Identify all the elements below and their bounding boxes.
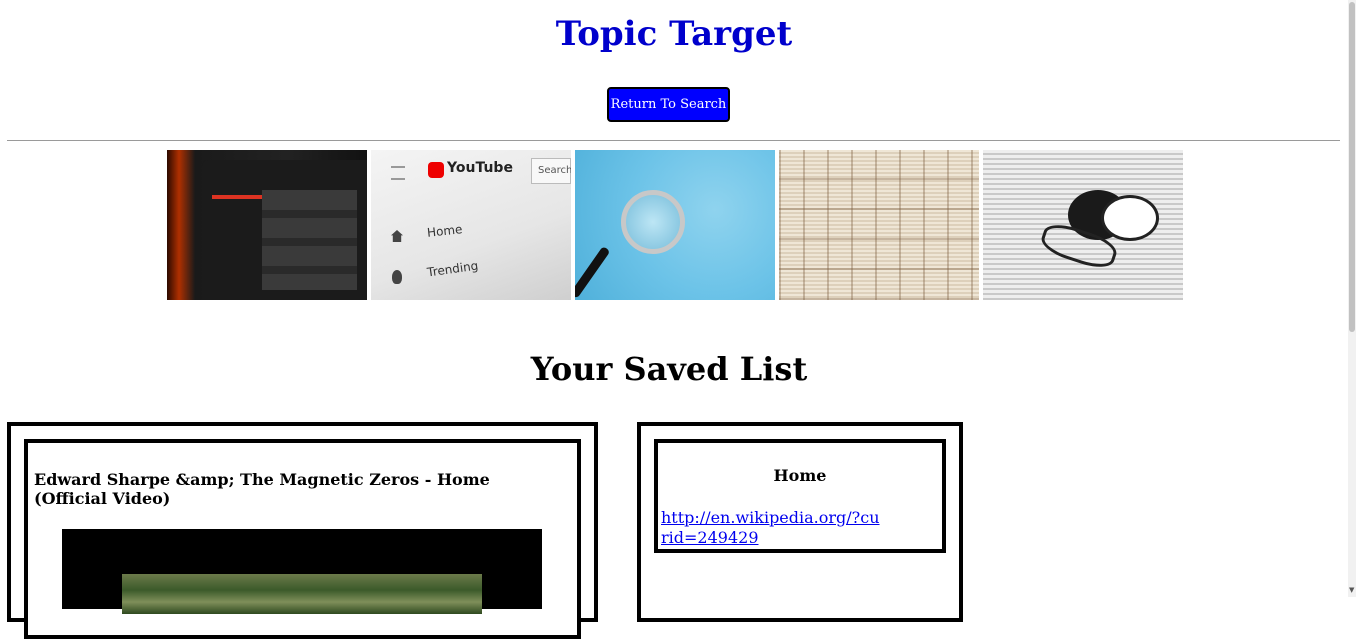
video-thumbnail <box>122 574 482 614</box>
youtube-on-monitor-photo <box>167 150 367 300</box>
book-pages-photo <box>779 150 979 300</box>
image-banner: YouTube Search Home Trending <box>167 150 1183 300</box>
divider <box>7 140 1340 141</box>
scrollbar[interactable]: ▼ <box>1348 0 1356 597</box>
saved-list-heading: Your Saved List <box>530 350 808 388</box>
youtube-logo-text: YouTube <box>447 160 513 176</box>
page-title: Topic Target <box>555 14 793 54</box>
search-box-text: Search <box>531 158 571 184</box>
return-to-search-button[interactable]: Return To Search <box>607 87 730 122</box>
saved-item-title: Edward Sharpe &amp; The Magnetic Zeros -… <box>34 470 490 508</box>
home-icon <box>391 230 403 242</box>
trending-icon <box>392 270 402 284</box>
scrollbar-thumb[interactable] <box>1349 2 1355 332</box>
youtube-homepage-photo: YouTube Search Home Trending <box>371 150 571 300</box>
menu-icon <box>391 166 405 180</box>
nav-home-text: Home <box>426 222 464 240</box>
magnifying-glass-photo <box>575 150 775 300</box>
newspaper-coffee-glasses-photo <box>983 150 1183 300</box>
nav-trending-text: Trending <box>426 258 480 280</box>
wikipedia-link[interactable]: http://en.wikipedia.org/?curid=249429 <box>661 508 881 548</box>
saved-item-title: Home <box>773 466 827 485</box>
youtube-logo-icon <box>428 162 444 178</box>
scroll-down-icon[interactable]: ▼ <box>1349 586 1354 594</box>
video-player[interactable] <box>62 529 542 614</box>
